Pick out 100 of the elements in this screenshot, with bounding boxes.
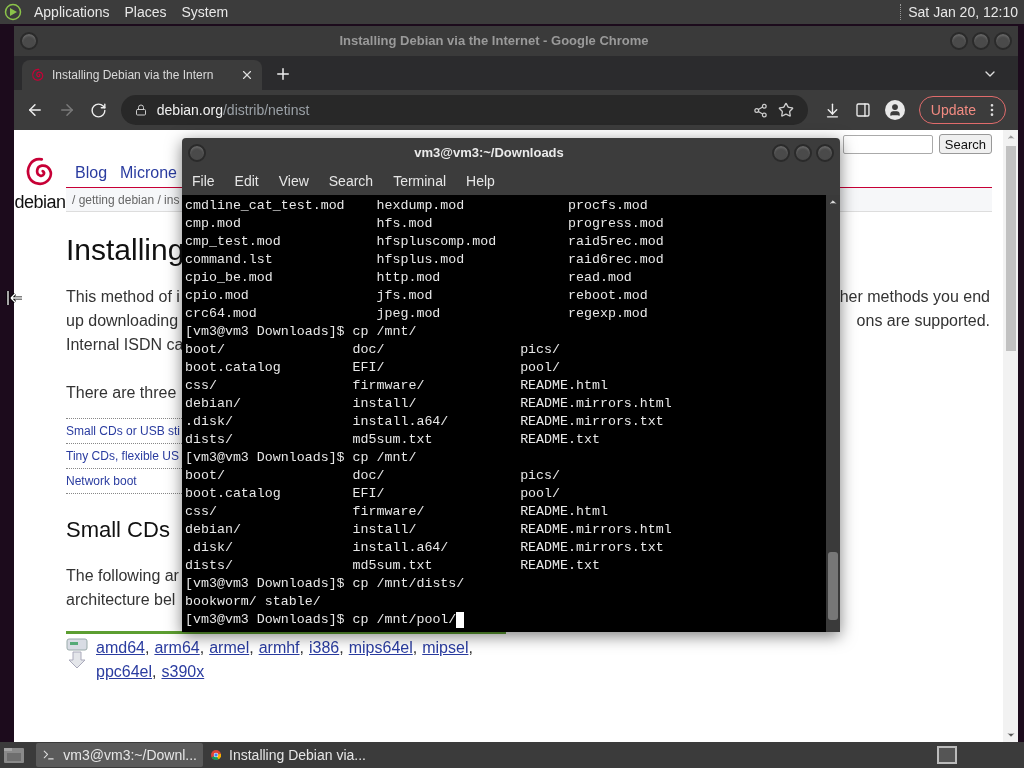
terminal-line: .disk/ install.a64/ README.mirrors.txt — [185, 539, 665, 557]
search-button[interactable]: Search — [938, 134, 992, 154]
scrollbar-thumb[interactable] — [1005, 146, 1016, 351]
search-field[interactable] — [842, 134, 933, 154]
profile-icon[interactable] — [884, 100, 905, 120]
menu-item[interactable]: Terminal — [393, 171, 447, 192]
shell-prompt: [vm3@vm3 Downloads]$ — [185, 449, 345, 467]
command-text: cp /mnt/ — [352, 323, 417, 341]
paragraph-text: This method of i — [66, 287, 180, 307]
task-button[interactable]: vm3@vm3:~/Downl... — [36, 743, 203, 767]
terminal-line: boot/ doc/ pics/ — [185, 341, 562, 359]
task-button[interactable]: Installing Debian via... — [205, 743, 372, 767]
show-desktop-icon[interactable] — [2, 745, 26, 765]
new-tab-icon[interactable] — [274, 65, 292, 83]
scroll-up-icon[interactable] — [828, 197, 838, 207]
window-title: Installing Debian via the Internet - Google Chrome — [338, 32, 650, 51]
menu-logo-icon[interactable] — [4, 3, 22, 21]
architecture-link[interactable]: amd64 — [96, 639, 145, 656]
terminal-line: cmp.mod hfs.mod progress.mod — [185, 215, 665, 233]
nav-link[interactable]: Blog — [75, 161, 108, 185]
tab-title: Installing Debian via the Intern — [52, 67, 215, 84]
minimize-button[interactable] — [950, 32, 968, 50]
toc-link[interactable]: Tiny CDs, flexible US — [66, 447, 179, 465]
paragraph-text: ons are supported. — [856, 311, 990, 331]
clock[interactable]: Sat Jan 20, 12:10 — [908, 1, 1018, 23]
architecture-link[interactable]: s390x — [161, 663, 205, 680]
debian-logo[interactable]: debian — [15, 154, 65, 212]
logo-text: debian — [14, 192, 66, 212]
architecture-link[interactable]: i386 — [309, 639, 340, 656]
terminal-line: css/ firmware/ README.html — [185, 503, 609, 521]
toc-link[interactable]: Network boot — [66, 472, 137, 490]
workspace-switcher[interactable] — [937, 746, 957, 764]
terminal-line: boot/ doc/ pics/ — [185, 467, 562, 485]
task-label: Installing Debian via... — [229, 745, 366, 765]
shell-prompt: [vm3@vm3 Downloads]$ — [185, 611, 345, 629]
paragraph-text: architecture bel — [66, 590, 176, 610]
window-menu-button[interactable] — [188, 144, 206, 162]
menu-item[interactable]: Edit — [234, 171, 259, 192]
toc-link[interactable]: Small CDs or USB sti — [66, 422, 181, 440]
terminal-line: command.lst hfsplus.mod raid6rec.mod — [185, 251, 665, 269]
close-button[interactable] — [816, 144, 834, 162]
panel-menu[interactable]: System — [181, 1, 229, 23]
maximize-button[interactable] — [972, 32, 990, 50]
terminal-line: cmp_test.mod hfspluscomp.mod raid5rec.mod — [185, 233, 665, 251]
paragraph-text: up downloading — [66, 311, 179, 331]
terminal-line: debian/ install/ README.mirrors.html — [185, 521, 673, 539]
side-panel-icon[interactable] — [855, 102, 871, 118]
paragraph-text: her methods you end — [839, 287, 990, 307]
terminal-line: cpio.mod jfs.mod reboot.mod — [185, 287, 649, 305]
paragraph-text: Internal ISDN ca — [66, 335, 184, 355]
task-label: vm3@vm3:~/Downl... — [63, 745, 197, 765]
paragraph-text: The following ar — [66, 566, 179, 586]
architecture-link[interactable]: armhf — [258, 639, 300, 656]
section-heading: Small CDs — [66, 516, 170, 544]
page-scrollbar[interactable] — [1003, 130, 1018, 742]
command-text: cp /mnt/pool/ — [352, 611, 457, 629]
breadcrumb[interactable]: / getting debian / ins — [72, 190, 180, 209]
menu-item[interactable]: View — [278, 171, 309, 192]
minimize-button[interactable] — [772, 144, 790, 162]
window-menu-button[interactable] — [20, 32, 38, 50]
comma: , — [412, 639, 418, 656]
close-button[interactable] — [994, 32, 1012, 50]
window-title: vm3@vm3:~/Downloads — [413, 144, 565, 163]
terminal-line: boot.catalog EFI/ pool/ — [185, 485, 562, 503]
architecture-link[interactable]: mipsel — [422, 639, 469, 656]
menu-item[interactable]: File — [192, 171, 215, 192]
browser-tab[interactable]: Installing Debian via the Intern — [22, 60, 262, 90]
download-icon[interactable] — [824, 101, 841, 119]
terminal-line: cmdline_cat_test.mod hexdump.mod procfs.mod — [185, 197, 649, 215]
architecture-link[interactable]: ppc64el — [96, 663, 153, 680]
scrollbar-thumb[interactable] — [828, 552, 838, 620]
terminal-line: boot.catalog EFI/ pool/ — [185, 359, 562, 377]
close-icon[interactable] — [240, 68, 254, 82]
maximize-button[interactable] — [794, 144, 812, 162]
terminal-scrollbar[interactable] — [826, 195, 840, 632]
panel-menu[interactable]: Places — [124, 1, 167, 23]
scroll-down-icon[interactable] — [1005, 730, 1016, 740]
architecture-link[interactable]: arm64 — [154, 639, 200, 656]
bookmark-star-icon[interactable] — [778, 102, 795, 118]
comma: , — [299, 639, 304, 656]
address-bar[interactable]: debian.org/distrib/netinst — [120, 95, 809, 125]
menu-item[interactable]: Help — [466, 171, 495, 192]
panel-menu[interactable]: Applications — [34, 1, 110, 23]
comma: , — [199, 639, 205, 656]
terminal-line: .disk/ install.a64/ README.mirrors.txt — [185, 413, 665, 431]
architecture-link[interactable]: armel — [209, 639, 250, 656]
nav-link[interactable]: Microne — [120, 161, 177, 185]
command-text: cp /mnt/ — [352, 449, 417, 467]
back-icon[interactable] — [26, 101, 44, 119]
terminal-line: dists/ md5sum.txt README.txt — [185, 557, 601, 575]
shell-prompt: [vm3@vm3 Downloads]$ — [185, 323, 345, 341]
page-heading: Installing — [66, 232, 185, 268]
share-icon[interactable] — [753, 102, 769, 118]
terminal-line: cpio_be.mod http.mod read.mod — [185, 269, 633, 287]
terminal-line: dists/ md5sum.txt README.txt — [185, 431, 601, 449]
reload-icon[interactable] — [89, 101, 107, 119]
comma: , — [249, 639, 254, 656]
comma: , — [144, 639, 150, 656]
menu-item[interactable]: Search — [328, 171, 374, 192]
architecture-link[interactable]: mips64el — [348, 639, 413, 656]
